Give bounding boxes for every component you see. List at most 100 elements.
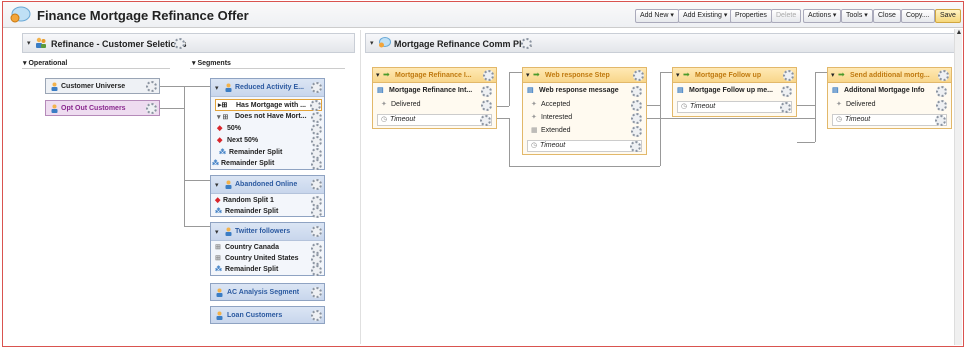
gear-icon[interactable] [481,86,492,97]
gear-icon[interactable] [311,287,322,298]
flow-message-row[interactable]: ▤ Mortgage Follow up me... [677,86,792,98]
segment-row-label: Random Split 1 [223,197,274,204]
gear-icon[interactable] [146,81,157,92]
gear-icon[interactable] [780,102,791,113]
gear-icon[interactable] [631,126,642,137]
collapse-caret-icon[interactable]: ▾ [526,71,530,79]
vertical-scrollbar[interactable]: ▲ [954,29,962,345]
flow-step-send-additional-mortgage[interactable]: ▾ ➡ Send additional mortg... ▤ Additonal… [827,67,952,129]
copy-button[interactable]: Copy.... [901,9,935,23]
flow-timeout-row[interactable]: ◷ Timeout [677,101,792,113]
gear-icon[interactable] [311,148,322,159]
gear-icon[interactable] [311,112,322,123]
gear-icon[interactable] [311,136,322,147]
segment-group-twitter-followers[interactable]: ▾ Twitter followers ⊞ Country Canada ⊞ C… [210,222,325,276]
segment-group-abandoned-online[interactable]: ▾ Abandoned Online ◆ Random Split 1 ⁂ Re… [210,175,325,219]
actions-button[interactable]: Actions ▾ [803,9,842,23]
flow-response-row[interactable]: ✦ Delivered [832,100,947,112]
segment-group-reduced-activity[interactable]: ▾ Reduced Activity E... ▸⊞ Has Mortgage … [210,78,325,170]
customer-universe-node[interactable]: Customer Universe [45,78,160,94]
add-new-button[interactable]: Add New ▾ [635,9,679,23]
gear-icon[interactable] [311,82,322,93]
gear-icon[interactable] [521,38,532,49]
add-existing-button[interactable]: Add Existing ▾ [678,9,733,23]
gear-icon[interactable] [481,100,492,111]
message-icon: ▤ [377,87,384,94]
flow-response-row[interactable]: ✦ Accepted [527,100,642,112]
gear-icon[interactable] [311,226,322,237]
gear-icon[interactable] [311,254,322,265]
gear-icon[interactable] [310,100,321,111]
gear-icon[interactable] [783,70,794,81]
gear-icon[interactable] [311,265,322,276]
flow-step-header[interactable]: ▾ ➡ Mortgage Refinance I... [373,68,496,83]
collapse-caret-icon[interactable]: ▾ [215,181,219,189]
segment-row[interactable]: ◆ Next 50% [215,136,322,148]
gear-icon[interactable] [311,310,322,321]
gear-icon[interactable] [631,100,642,111]
flow-timeout-row[interactable]: ◷ Timeout [527,140,642,152]
flow-step-header[interactable]: ▾ ➡ Web response Step [523,68,646,83]
close-button[interactable]: Close [873,9,901,23]
gear-icon[interactable] [311,196,322,207]
gear-icon[interactable] [935,115,946,126]
gear-icon[interactable] [311,179,322,190]
save-button[interactable]: Save [935,9,961,23]
segment-row[interactable]: ⁂ Remainder Split [215,265,322,277]
flow-step-header[interactable]: ▾ ➡ Mortgage Follow up [673,68,796,83]
flow-response-row[interactable]: ✦ Interested [527,113,642,125]
flow-step-web-response[interactable]: ▾ ➡ Web response Step ▤ Web response mes… [522,67,647,155]
collapse-caret-icon[interactable]: ▾ [376,71,380,79]
gear-icon[interactable] [311,159,322,170]
segment-row[interactable]: ⁂ Remainder Split [215,207,322,219]
expand-caret-icon[interactable]: ▾ ⊞ [217,113,228,121]
gear-icon[interactable] [311,243,322,254]
flow-message-label: Additonal Mortgage Info [844,87,925,94]
gear-icon[interactable] [938,70,949,81]
segment-loan-customers[interactable]: Loan Customers [210,306,325,324]
gear-icon[interactable] [781,86,792,97]
flow-step-header[interactable]: ▾ ➡ Send additional mortg... [828,68,951,83]
segment-row-selected[interactable]: ▸⊞ Has Mortgage with ... [215,99,322,111]
segment-row[interactable]: ⁂ Remainder Split [211,159,322,171]
segment-header[interactable]: ▾ Abandoned Online [211,176,324,194]
delete-button[interactable]: Delete [771,9,802,23]
flow-timeout-row[interactable]: ◷ Timeout [832,114,947,126]
collapse-caret-icon[interactable]: ▾ [370,39,374,47]
flow-timeout-row[interactable]: ◷ Timeout [377,114,492,126]
collapse-caret-icon[interactable]: ▾ [831,71,835,79]
gear-icon[interactable] [631,113,642,124]
segment-ac-analysis[interactable]: AC Analysis Segment [210,283,325,301]
gear-icon[interactable] [630,141,641,152]
flow-step-mortgage-refinance[interactable]: ▾ ➡ Mortgage Refinance I... ▤ Mortgage R… [372,67,497,129]
segment-header[interactable]: ▾ Reduced Activity E... [211,79,324,97]
segments-label: Segments [197,60,231,67]
gear-icon[interactable] [146,103,157,114]
gear-icon[interactable] [174,38,185,49]
segment-header[interactable]: ▾ Twitter followers [211,223,324,241]
flow-response-row[interactable]: ▦ Extended [527,126,642,138]
gear-icon[interactable] [311,124,322,135]
flow-message-row[interactable]: ▤ Web response message [527,86,642,98]
tools-button[interactable]: Tools ▾ [841,9,873,23]
properties-button[interactable]: Properties [730,9,772,23]
flow-message-row[interactable]: ▤ Additonal Mortgage Info [832,86,947,98]
segment-row[interactable]: ▾ ⊞ Does not Have Mort... [215,112,322,124]
flow-step-mortgage-follow-up[interactable]: ▾ ➡ Mortgage Follow up ▤ Mortgage Follow… [672,67,797,117]
flow-message-row[interactable]: ▤ Mortgage Refinance Int... [377,86,492,98]
opt-out-customers-node[interactable]: Opt Out Customers [45,100,160,116]
collapse-caret-icon[interactable]: ▾ [215,84,219,92]
flow-response-row[interactable]: ✦ Delivered [377,100,492,112]
gear-icon[interactable] [480,115,491,126]
segment-row[interactable]: ◆ 50% [215,124,322,136]
scroll-up-arrow-icon[interactable]: ▲ [955,29,963,37]
gear-icon[interactable] [311,207,322,218]
gear-icon[interactable] [631,86,642,97]
gear-icon[interactable] [483,70,494,81]
gear-icon[interactable] [936,86,947,97]
collapse-caret-icon[interactable]: ▾ [27,39,31,47]
collapse-caret-icon[interactable]: ▾ [676,71,680,79]
gear-icon[interactable] [633,70,644,81]
collapse-caret-icon[interactable]: ▾ [215,228,219,236]
gear-icon[interactable] [936,100,947,111]
